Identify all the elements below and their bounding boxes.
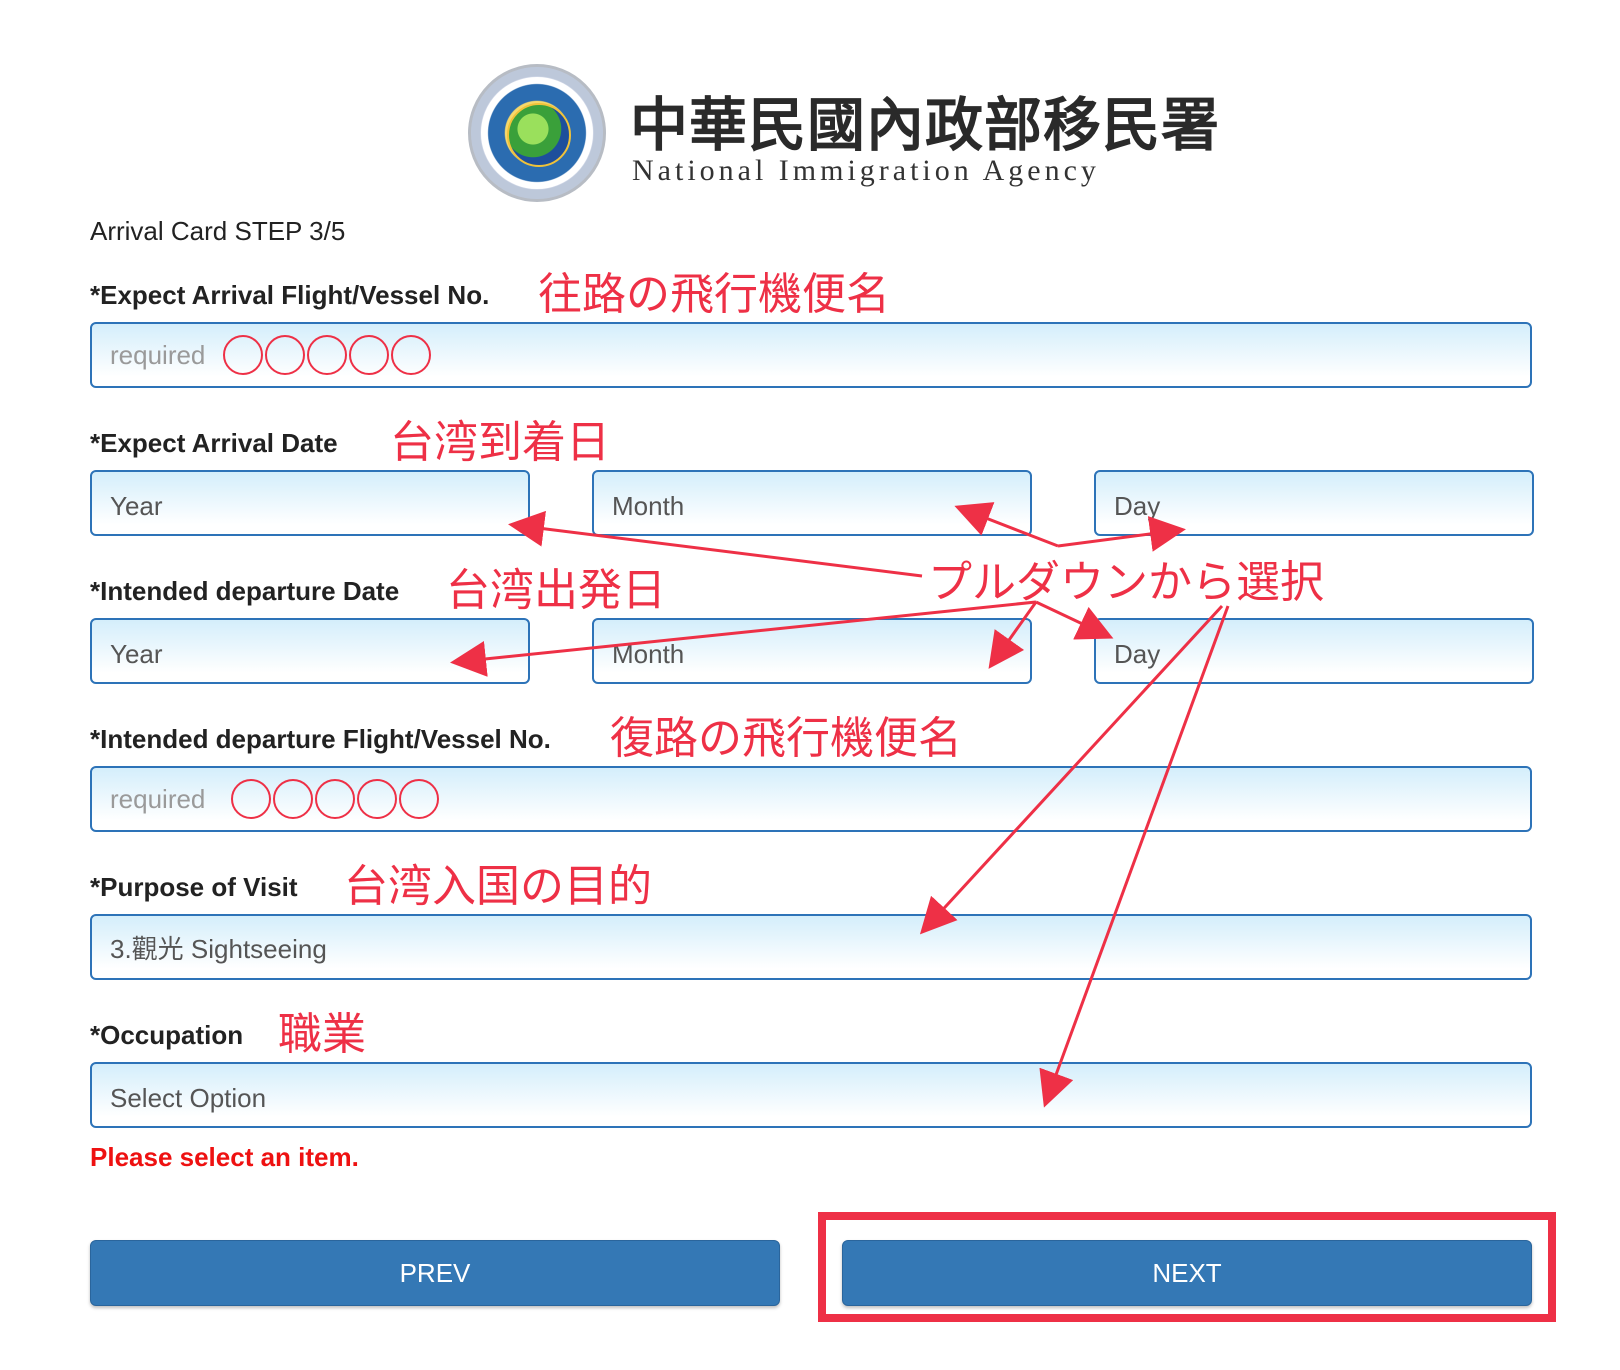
arrival-date-annotation: 台湾到着日 bbox=[390, 418, 610, 467]
purpose-select[interactable]: 3.觀光 Sightseeing bbox=[90, 914, 1532, 980]
agency-logo-seal bbox=[468, 64, 606, 202]
circle-mark bbox=[307, 335, 348, 375]
departure-flight-label: *Intended departure Flight/Vessel No. bbox=[90, 724, 551, 754]
agency-name-zh: 中華民國內政部移民署 bbox=[630, 91, 1221, 159]
agency-name-en: National Immigration Agency bbox=[632, 154, 1100, 187]
arrival-flight-placeholder: required bbox=[110, 339, 206, 370]
departure-flight-input[interactable]: required bbox=[90, 766, 1532, 832]
arrival-year-select[interactable]: Year bbox=[90, 470, 530, 536]
next-button-highlight bbox=[818, 1212, 1556, 1322]
departure-day-select[interactable]: Day bbox=[1094, 618, 1534, 684]
departure-year-select[interactable]: Year bbox=[90, 618, 530, 684]
circle-mark bbox=[223, 335, 264, 375]
globe-icon bbox=[507, 103, 571, 167]
circle-mark bbox=[231, 779, 272, 819]
circle-mark bbox=[265, 335, 306, 375]
circle-mark bbox=[315, 779, 356, 819]
departure-month-select[interactable]: Month bbox=[592, 618, 1032, 684]
circle-mark bbox=[349, 335, 390, 375]
step-indicator: Arrival Card STEP 3/5 bbox=[90, 216, 346, 246]
arrival-flight-annotation: 往路の飛行機便名 bbox=[538, 270, 890, 319]
arrival-month-select[interactable]: Month bbox=[592, 470, 1032, 536]
dropdown-annotation: プルダウンから選択 bbox=[928, 558, 1324, 607]
arrival-flight-label: *Expect Arrival Flight/Vessel No. bbox=[90, 280, 490, 310]
departure-date-label: *Intended departure Date bbox=[90, 576, 400, 606]
placeholder-circles bbox=[231, 779, 440, 819]
purpose-annotation: 台湾入国の目的 bbox=[344, 862, 652, 911]
departure-flight-annotation: 復路の飛行機便名 bbox=[610, 714, 962, 763]
arrival-flight-input[interactable]: required bbox=[90, 322, 1532, 388]
circle-mark bbox=[391, 335, 432, 375]
arrival-date-label: *Expect Arrival Date bbox=[90, 428, 338, 458]
arrival-day-select[interactable]: Day bbox=[1094, 470, 1534, 536]
prev-button[interactable]: PREV bbox=[90, 1240, 780, 1306]
circle-mark bbox=[273, 779, 314, 819]
occupation-label: *Occupation bbox=[90, 1020, 244, 1050]
departure-date-annotation: 台湾出発日 bbox=[446, 566, 666, 615]
purpose-label: *Purpose of Visit bbox=[90, 872, 298, 902]
circle-mark bbox=[399, 779, 440, 819]
occupation-annotation: 職業 bbox=[278, 1010, 366, 1059]
circle-mark bbox=[357, 779, 398, 819]
validation-error: Please select an item. bbox=[90, 1142, 359, 1172]
placeholder-circles bbox=[223, 335, 432, 375]
departure-flight-placeholder: required bbox=[110, 783, 206, 814]
occupation-select[interactable]: Select Option bbox=[90, 1062, 1532, 1128]
